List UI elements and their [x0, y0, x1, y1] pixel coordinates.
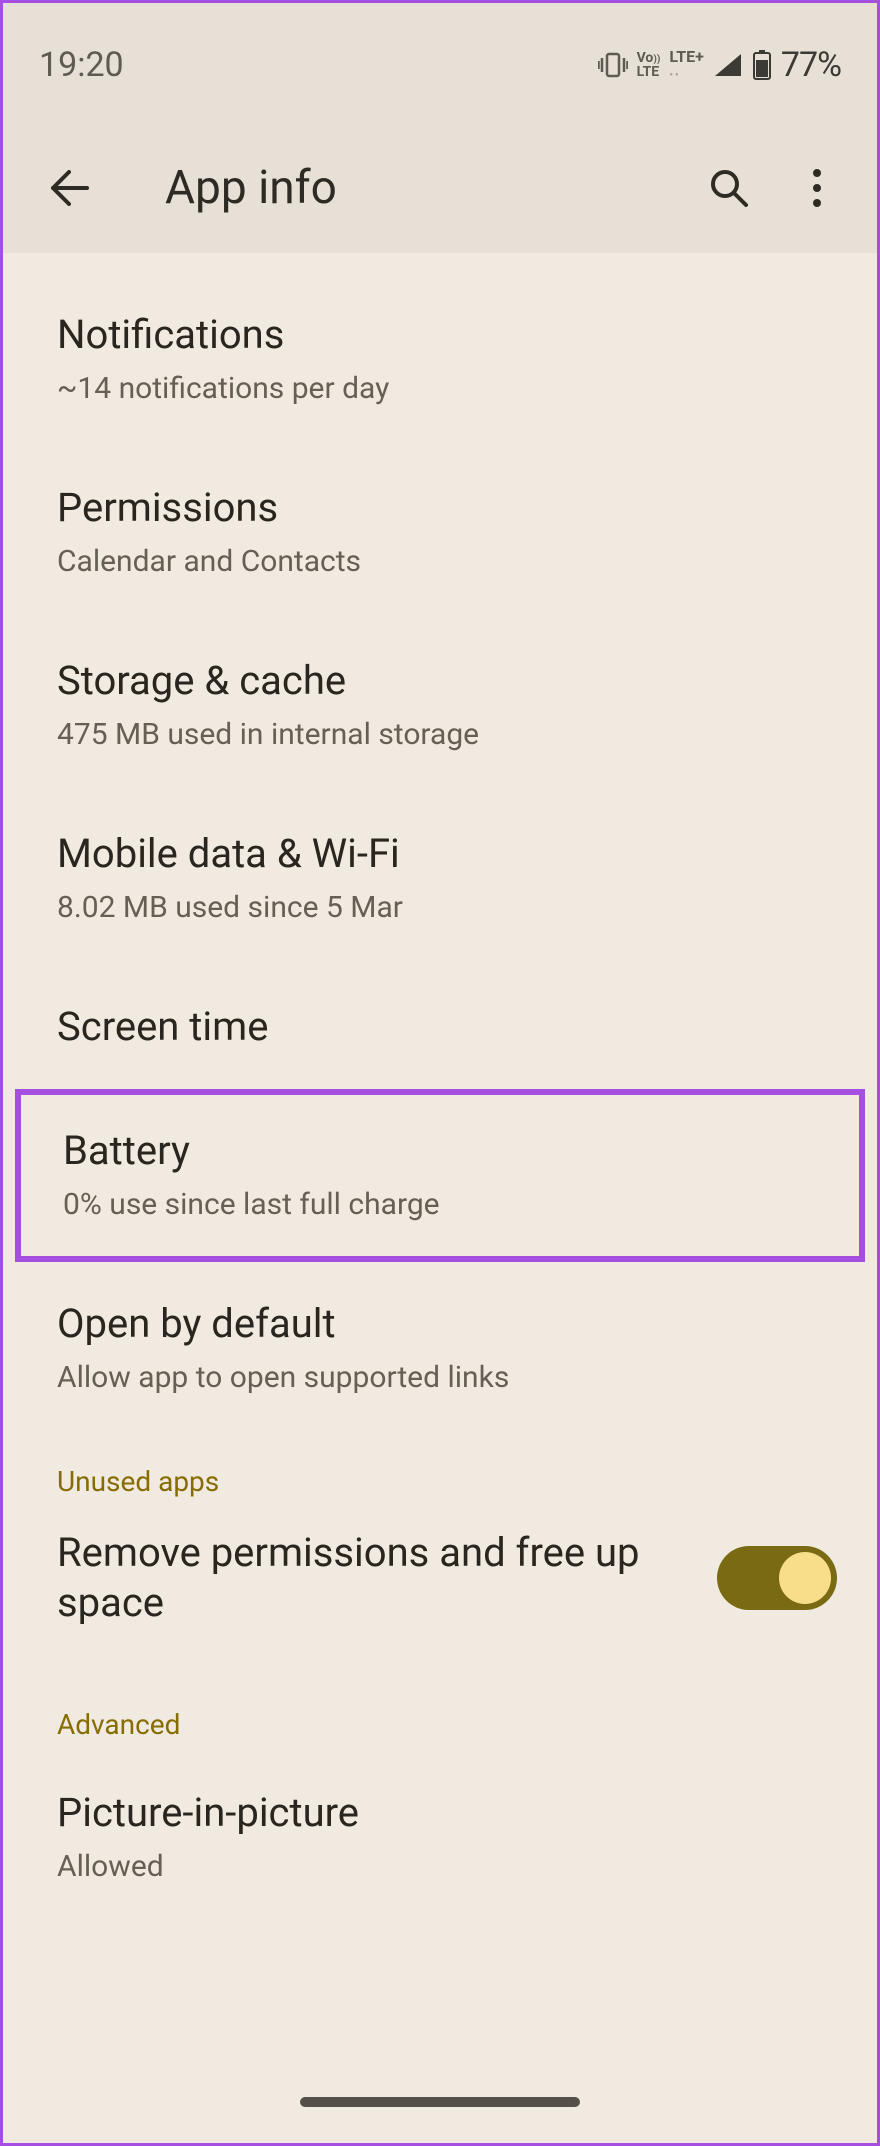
battery-percent: 77%	[781, 45, 841, 85]
signal-icon	[713, 52, 743, 78]
item-subtitle: Calendar and Contacts	[57, 542, 823, 581]
battery-icon	[752, 50, 772, 80]
section-unused-apps: Unused apps	[3, 1435, 877, 1508]
toggle-knob	[779, 1552, 831, 1604]
item-subtitle: Allowed	[57, 1847, 823, 1886]
lte-plus-icon: LTE+••	[669, 49, 704, 81]
item-title: Picture-in-picture	[57, 1789, 823, 1837]
item-picture-in-picture[interactable]: Picture-in-picture Allowed	[3, 1751, 877, 1924]
item-title: Open by default	[57, 1300, 823, 1348]
item-subtitle: ~14 notifications per day	[57, 369, 823, 408]
settings-list: Notifications ~14 notifications per day …	[3, 253, 877, 1924]
arrow-back-icon	[47, 166, 91, 210]
item-title: Battery	[63, 1127, 817, 1175]
search-button[interactable]	[703, 162, 755, 214]
back-button[interactable]	[43, 162, 95, 214]
item-title: Permissions	[57, 484, 823, 532]
item-storage[interactable]: Storage & cache 475 MB used in internal …	[3, 619, 877, 792]
section-advanced: Advanced	[3, 1648, 877, 1751]
nav-handle[interactable]	[300, 2097, 580, 2107]
vibrate-icon	[598, 52, 628, 78]
volte-icon: Vo))LTE	[637, 51, 661, 79]
item-title: Notifications	[57, 311, 823, 359]
more-button[interactable]	[791, 162, 843, 214]
item-subtitle: 475 MB used in internal storage	[57, 715, 823, 754]
item-battery[interactable]: Battery 0% use since last full charge	[15, 1089, 865, 1262]
item-notifications[interactable]: Notifications ~14 notifications per day	[3, 273, 877, 446]
item-subtitle: 0% use since last full charge	[63, 1185, 817, 1224]
toggle-switch[interactable]	[717, 1546, 837, 1610]
status-bar: 19:20 Vo))LTE LTE+•• 77%	[3, 3, 877, 123]
search-icon	[708, 167, 750, 209]
item-permissions[interactable]: Permissions Calendar and Contacts	[3, 446, 877, 619]
item-title: Storage & cache	[57, 657, 823, 705]
status-time: 19:20	[39, 45, 124, 85]
page-title: App info	[165, 161, 703, 215]
item-mobile-data[interactable]: Mobile data & Wi-Fi 8.02 MB used since 5…	[3, 792, 877, 965]
item-subtitle: 8.02 MB used since 5 Mar	[57, 888, 823, 927]
item-subtitle: Allow app to open supported links	[57, 1358, 823, 1397]
toggle-label: Remove permissions and free up space	[57, 1528, 697, 1628]
item-remove-permissions[interactable]: Remove permissions and free up space	[3, 1508, 877, 1648]
item-title: Screen time	[57, 1003, 823, 1051]
app-bar: App info	[3, 123, 877, 253]
more-vert-icon	[812, 168, 822, 208]
item-screen-time[interactable]: Screen time	[3, 965, 877, 1089]
item-title: Mobile data & Wi-Fi	[57, 830, 823, 878]
item-open-by-default[interactable]: Open by default Allow app to open suppor…	[3, 1262, 877, 1435]
